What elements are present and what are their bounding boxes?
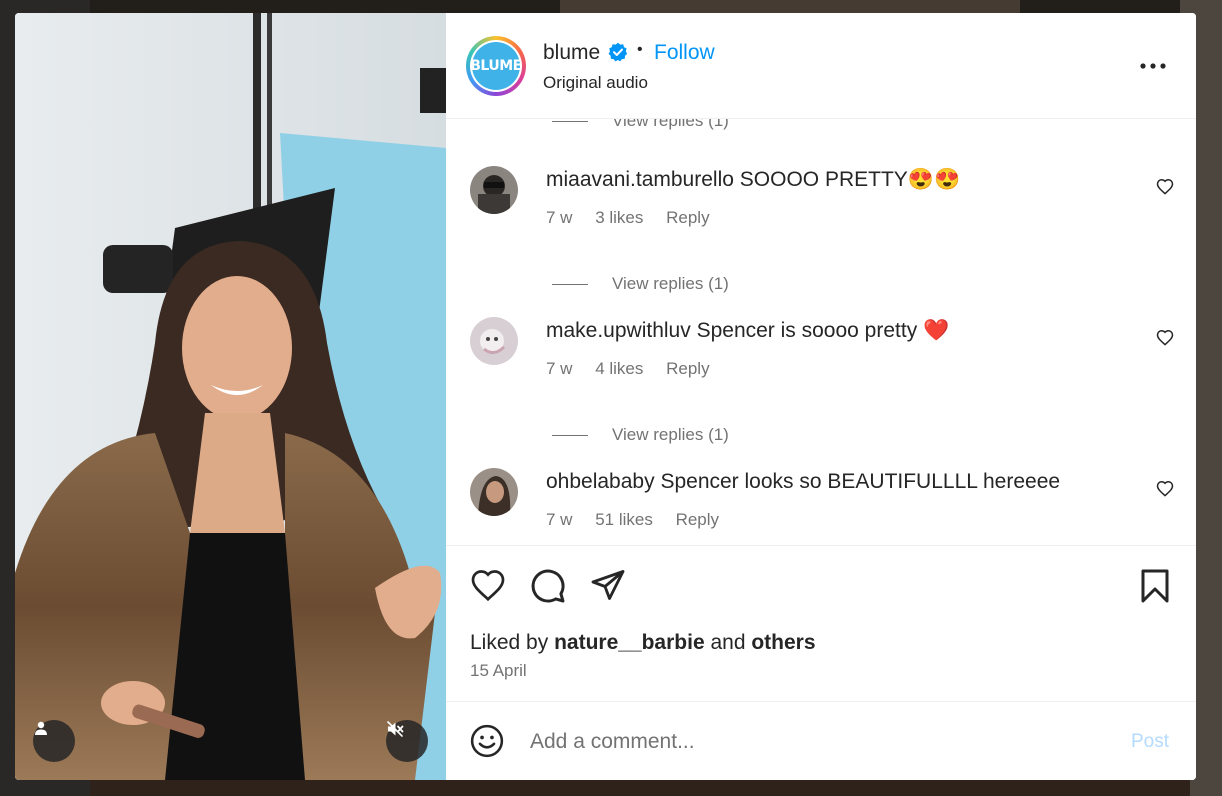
reply-button[interactable]: Reply <box>666 359 709 378</box>
comment-heart-icon[interactable] <box>1156 329 1174 346</box>
avatar-logo: BLUME <box>470 42 522 90</box>
user-tag-button[interactable] <box>33 720 75 762</box>
comment-text: Spencer looks so BEAUTIFULLLL hereeee <box>660 470 1061 493</box>
comment-text: Spencer is soooo pretty ❤️ <box>696 319 950 342</box>
comment-age: 7 w <box>546 510 573 529</box>
view-replies-button[interactable]: View replies (1) <box>552 274 729 294</box>
liked-by-summary: Liked by nature__barbie and others <box>470 631 816 654</box>
post-date[interactable]: 15 April <box>470 661 527 681</box>
comment-text: SOOOO PRETTY😍😍 <box>739 168 961 191</box>
emoji-icon[interactable] <box>470 724 504 758</box>
reply-button[interactable]: Reply <box>676 510 719 529</box>
verified-badge-icon <box>608 42 628 62</box>
bookmark-icon[interactable] <box>1139 568 1171 604</box>
user-tag-icon <box>35 721 47 735</box>
follow-button[interactable]: Follow <box>654 41 715 65</box>
post-actions: Liked by nature__barbie and others 15 Ap… <box>446 545 1196 702</box>
more-options-icon[interactable] <box>1140 63 1166 69</box>
liked-by-others[interactable]: others <box>751 631 815 654</box>
commenter-avatar[interactable] <box>470 317 518 365</box>
comment-likes[interactable]: 51 likes <box>595 510 653 529</box>
view-replies-button[interactable]: View replies (1) <box>552 425 729 445</box>
view-replies-button[interactable]: View replies (1) <box>552 119 729 131</box>
audio-label[interactable]: Original audio <box>543 73 648 93</box>
commenter-avatar[interactable] <box>470 468 518 516</box>
reply-button[interactable]: Reply <box>666 208 709 227</box>
comment-age: 7 w <box>546 359 573 378</box>
commenter-avatar[interactable] <box>470 166 518 214</box>
author-username[interactable]: blume <box>543 41 600 65</box>
post-modal: BLUME blume • Follow Original audio View… <box>15 13 1196 780</box>
post-media[interactable] <box>15 13 446 780</box>
liked-by-user[interactable]: nature__barbie <box>554 631 705 654</box>
comment-likes[interactable]: 4 likes <box>595 359 643 378</box>
comment-heart-icon[interactable] <box>1156 480 1174 497</box>
comment-icon[interactable] <box>530 568 566 604</box>
post-comment-button[interactable]: Post <box>1131 731 1169 753</box>
commenter-username[interactable]: make.upwithluv <box>546 319 691 342</box>
commenter-username[interactable]: miaavani.tamburello <box>546 168 734 191</box>
mute-button[interactable] <box>386 720 428 762</box>
add-comment-bar: Post <box>446 701 1196 780</box>
post-panel: BLUME blume • Follow Original audio View… <box>446 13 1196 780</box>
author-avatar[interactable]: BLUME <box>466 36 526 96</box>
comment-likes[interactable]: 3 likes <box>595 208 643 227</box>
post-photo <box>15 13 446 780</box>
send-icon[interactable] <box>590 568 626 602</box>
commenter-username[interactable]: ohbelababy <box>546 470 655 493</box>
comment-age: 7 w <box>546 208 573 227</box>
post-header: BLUME blume • Follow Original audio <box>446 13 1196 119</box>
like-icon[interactable] <box>470 568 506 602</box>
comments-list[interactable]: View replies (1) miaavani.tamburello SOO… <box>446 119 1196 545</box>
comment-input[interactable] <box>530 726 1090 758</box>
header-separator: • <box>637 41 643 58</box>
comment-heart-icon[interactable] <box>1156 178 1174 195</box>
speaker-muted-icon <box>387 721 404 737</box>
